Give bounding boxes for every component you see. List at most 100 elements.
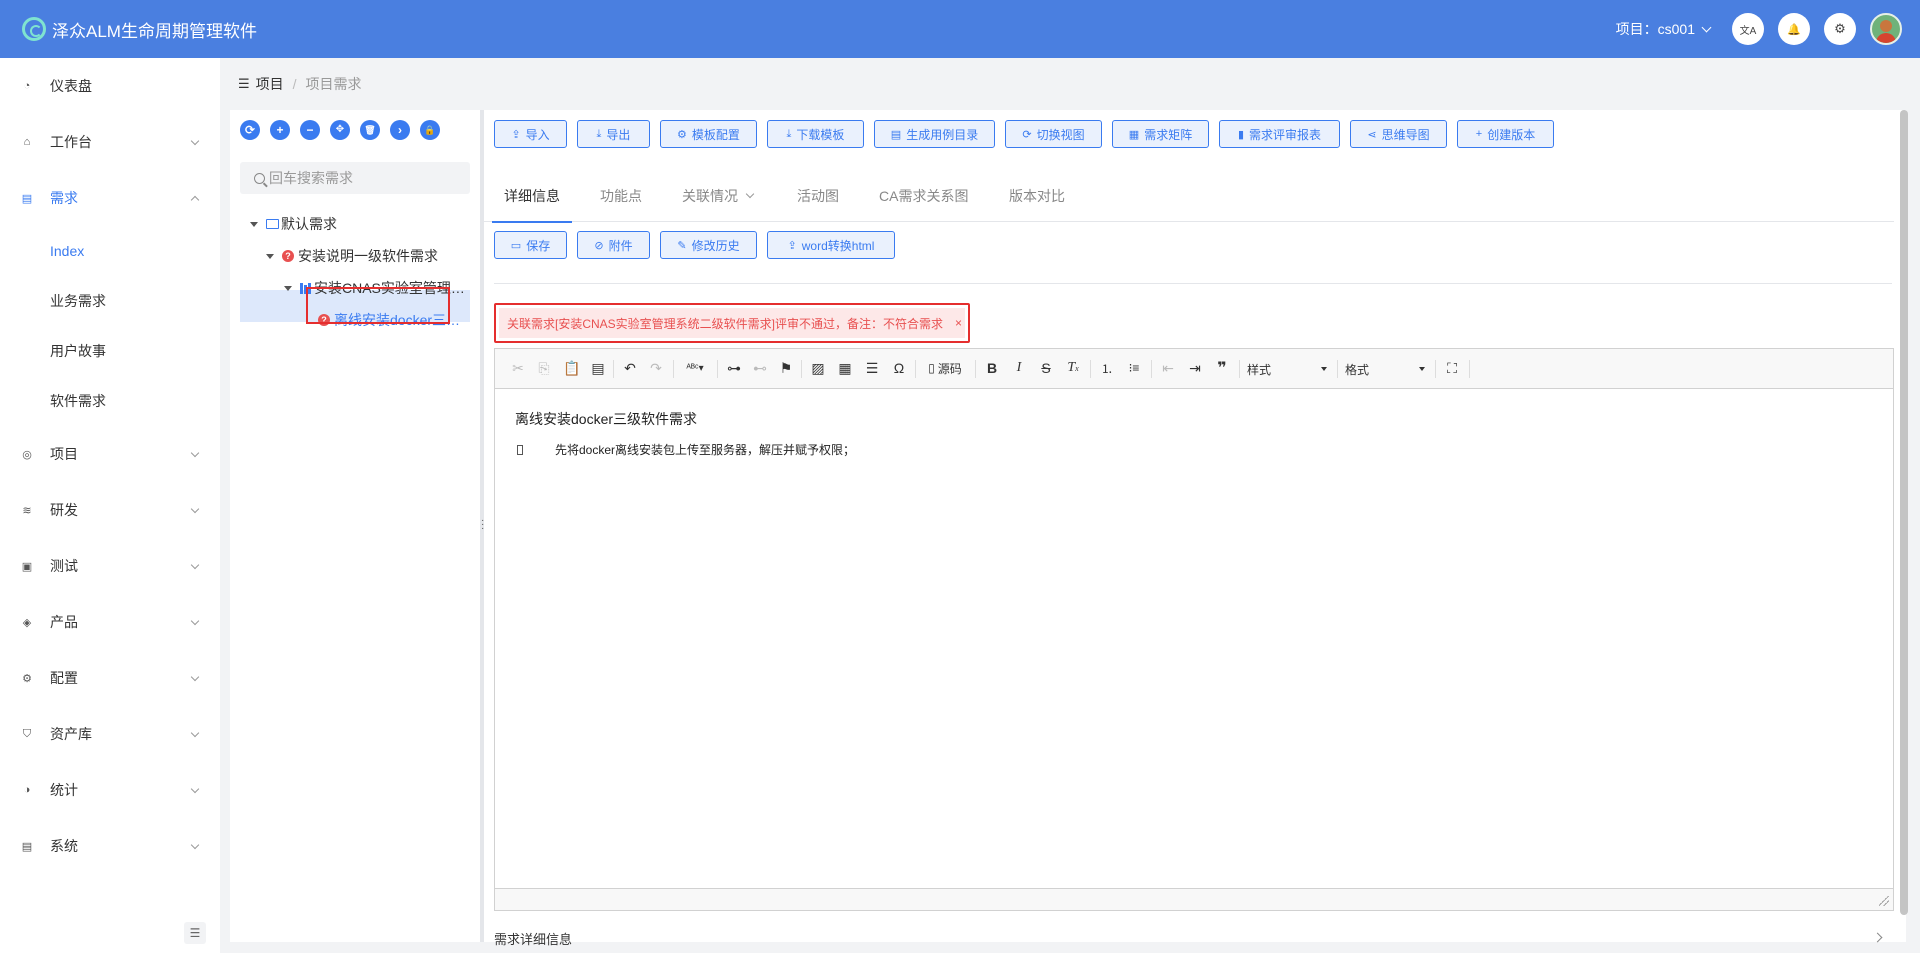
- chevron-down-icon: [190, 784, 200, 794]
- mind-map-button[interactable]: ⋖ 思维导图: [1350, 120, 1447, 148]
- sidebar-item-statistics[interactable]: ◑ 统计: [0, 762, 220, 818]
- settings-button[interactable]: ⚙: [1824, 13, 1856, 45]
- style-dropdown[interactable]: 样式: [1247, 358, 1327, 380]
- chevron-down-icon: [190, 504, 200, 514]
- horizontal-rule-icon[interactable]: ☰: [863, 358, 881, 378]
- undo-icon[interactable]: ↶: [621, 358, 639, 378]
- paste-icon[interactable]: 📋: [563, 358, 581, 378]
- sidebar-item-config[interactable]: ⚙ 配置: [0, 650, 220, 706]
- redo-icon[interactable]: ↷: [647, 358, 665, 378]
- attachment-button[interactable]: ⊘ 附件: [577, 231, 650, 259]
- switch-view-button[interactable]: ⟳ 切换视图: [1005, 120, 1102, 148]
- maximize-icon[interactable]: ⛶: [1443, 358, 1461, 378]
- link-icon[interactable]: ⊶: [725, 358, 743, 378]
- project-selector[interactable]: 项目：cs001: [1616, 19, 1712, 39]
- save-button[interactable]: ▭ 保存: [494, 231, 567, 259]
- editor-content[interactable]: 离线安装docker三级软件需求 先将docker离线安装包上传至服务器，解压并…: [495, 389, 1893, 889]
- bold-icon[interactable]: B: [983, 358, 1001, 378]
- submenu-item-index[interactable]: Index: [0, 226, 220, 276]
- requirement-matrix-button[interactable]: ▦ 需求矩阵: [1112, 120, 1209, 148]
- sidebar-item-workbench[interactable]: ⌂ 工作台: [0, 114, 220, 170]
- word-to-html-button[interactable]: ⇪ word转换html: [767, 231, 895, 259]
- sidebar-item-test[interactable]: ▣ 测试: [0, 538, 220, 594]
- tree-search-input[interactable]: 回车搜索需求: [240, 162, 470, 194]
- anchor-flag-icon[interactable]: ⚑: [777, 358, 795, 378]
- caret-down-icon[interactable]: [266, 253, 274, 259]
- format-dropdown[interactable]: 格式: [1345, 358, 1425, 380]
- tab-activity-diagram[interactable]: 活动图: [797, 170, 839, 222]
- cut-icon[interactable]: ✂: [509, 358, 527, 378]
- user-avatar[interactable]: [1870, 13, 1902, 45]
- sidebar-item-requirements[interactable]: ▤ 需求: [0, 170, 220, 226]
- table-icon[interactable]: ▦: [836, 358, 854, 378]
- breadcrumb-root[interactable]: 项目: [256, 74, 284, 94]
- expand-button[interactable]: ›: [390, 120, 410, 140]
- italic-icon[interactable]: I: [1010, 358, 1028, 378]
- refresh-button[interactable]: ⟳: [240, 120, 260, 140]
- sidebar-collapse-button[interactable]: ☰: [184, 922, 206, 944]
- move-node-button[interactable]: ✥: [330, 120, 350, 140]
- tab-function-points[interactable]: 功能点: [600, 170, 642, 222]
- tab-version-compare[interactable]: 版本对比: [1009, 170, 1065, 222]
- tab-label: 活动图: [797, 188, 839, 204]
- indent-icon[interactable]: ⇥: [1186, 358, 1204, 378]
- notification-button[interactable]: 🔔: [1778, 13, 1810, 45]
- detail-tabs: 详细信息 功能点 关联情况 活动图 CA需求关系图 版本对比: [484, 170, 1894, 223]
- bulleted-list-icon[interactable]: ⁝≡: [1125, 358, 1143, 378]
- blockquote-icon[interactable]: ❞: [1213, 358, 1231, 378]
- sidebar-item-development[interactable]: ≋ 研发: [0, 482, 220, 538]
- template-config-button[interactable]: ⚙ 模板配置: [660, 120, 757, 148]
- sidebar-item-system[interactable]: ▤ 系统: [0, 818, 220, 874]
- add-node-button[interactable]: +: [270, 120, 290, 140]
- bell-icon: 🔔: [1787, 23, 1801, 36]
- edit-history-label: 修改历史: [691, 238, 740, 253]
- tree-node-default[interactable]: 默认需求: [250, 208, 337, 240]
- download-template-button[interactable]: ⤓ 下载模板: [767, 120, 864, 148]
- review-report-button[interactable]: ▮ 需求评审报表: [1219, 120, 1340, 148]
- submenu-item-software[interactable]: 软件需求: [0, 376, 220, 426]
- vertical-scrollbar[interactable]: [1900, 110, 1908, 915]
- outdent-icon[interactable]: ⇤: [1159, 358, 1177, 378]
- sidebar-item-label: 系统: [50, 838, 78, 854]
- remove-format-icon[interactable]: Tx: [1064, 358, 1082, 378]
- caret-down-icon[interactable]: [250, 221, 258, 227]
- sidebar-item-dashboard[interactable]: ◔ 仪表盘: [0, 58, 220, 114]
- translate-button[interactable]: 文A: [1732, 13, 1764, 45]
- tree-node-level1[interactable]: ? 安装说明一级软件需求: [266, 240, 438, 272]
- breadcrumb: ☰ 项目 / 项目需求: [238, 74, 362, 94]
- source-button[interactable]: ▯ 源码: [923, 358, 967, 378]
- import-button[interactable]: ⇪ 导入: [494, 120, 567, 148]
- chevron-down-icon: [190, 136, 200, 146]
- sidebar-item-product[interactable]: ◈ 产品: [0, 594, 220, 650]
- copy-icon[interactable]: ⎘: [535, 358, 553, 378]
- gear-icon: ⚙: [1834, 21, 1846, 36]
- lock-button[interactable]: 🔒: [420, 120, 440, 140]
- section-label[interactable]: 需求详细信息: [494, 929, 572, 948]
- search-icon: [254, 172, 265, 184]
- special-char-icon[interactable]: Ω: [890, 358, 908, 378]
- edit-history-button[interactable]: ✎ 修改历史: [660, 231, 757, 259]
- resize-grip-icon[interactable]: [1879, 896, 1889, 906]
- unlink-icon[interactable]: ⊷: [751, 358, 769, 378]
- sidebar-item-project[interactable]: ◎ 项目: [0, 426, 220, 482]
- tree-search-placeholder: 回车搜索需求: [269, 170, 353, 186]
- close-icon[interactable]: ×: [955, 316, 962, 330]
- strikethrough-icon[interactable]: S: [1037, 358, 1055, 378]
- export-button[interactable]: ⤓ 导出: [577, 120, 650, 148]
- tab-ca-relation[interactable]: CA需求关系图: [879, 170, 968, 222]
- caret-down-icon[interactable]: [284, 285, 292, 291]
- sidebar-item-assets[interactable]: ⛉ 资产库: [0, 706, 220, 762]
- generate-case-dir-button[interactable]: ▤ 生成用例目录: [874, 120, 995, 148]
- spellcheck-icon[interactable]: ᴬᴮᶜ▾: [681, 358, 709, 378]
- submenu-item-business[interactable]: 业务需求: [0, 276, 220, 326]
- remove-node-button[interactable]: −: [300, 120, 320, 140]
- image-icon[interactable]: ▨: [809, 358, 827, 378]
- tab-relations[interactable]: 关联情况: [682, 170, 755, 222]
- delete-node-button[interactable]: 🗑: [360, 120, 380, 140]
- edit-icon: ✎: [677, 239, 687, 252]
- create-version-button[interactable]: + 创建版本: [1457, 120, 1554, 148]
- tab-detail[interactable]: 详细信息: [492, 170, 572, 223]
- submenu-item-user-story[interactable]: 用户故事: [0, 326, 220, 376]
- numbered-list-icon[interactable]: ⒈: [1098, 358, 1116, 378]
- paste-text-icon[interactable]: ▤: [589, 358, 607, 378]
